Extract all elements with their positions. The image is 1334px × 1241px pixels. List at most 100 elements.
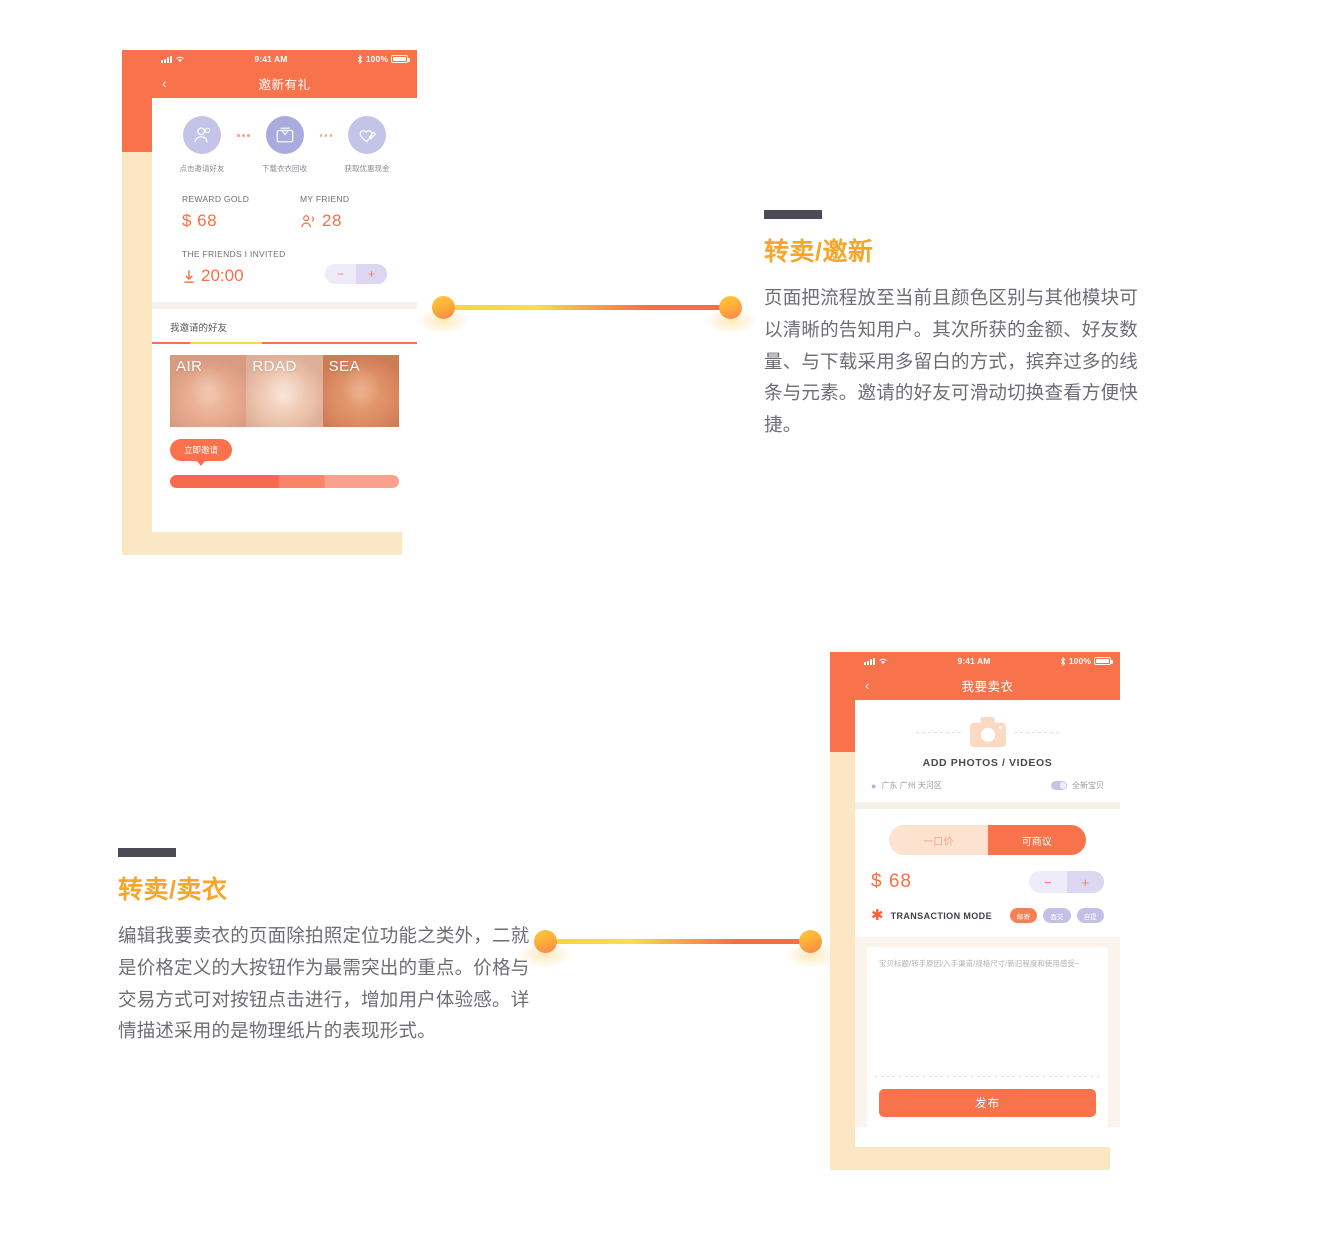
step-separator-dots [232, 134, 255, 137]
description-textarea[interactable]: 宝贝标题/转手原因/入手渠道/规格尺寸/新旧程度和使用感受~ [879, 959, 1096, 970]
connector-line-bottom [518, 922, 838, 968]
publish-button[interactable]: 发布 [879, 1088, 1096, 1117]
description-card: 宝贝标题/转手原因/入手渠道/规格尺寸/新旧程度和使用感受~ 发布 [859, 947, 1116, 1127]
download-icon [184, 269, 194, 283]
chip-mail[interactable]: 邮寄 [1009, 908, 1038, 923]
price-value: $ 68 [871, 871, 912, 892]
dash-line-right [1013, 731, 1060, 733]
step-download-app[interactable]: 下载衣衣回收 [255, 116, 315, 174]
price-type-tabs[interactable]: 一口价 可商议 [889, 825, 1086, 855]
friend-card[interactable]: RDAD [246, 354, 323, 427]
stepper-minus-button[interactable]: − [325, 264, 356, 284]
step-invite-friends[interactable]: 点击邀请好友 [172, 116, 232, 174]
stepper-minus-button[interactable]: − [1029, 871, 1067, 893]
battery-icon [391, 55, 410, 63]
location-text: 广东 广州 天河区 [881, 781, 942, 790]
invite-steps: 点击邀请好友 下载衣衣回收 获取优惠现金 [152, 112, 417, 174]
add-photos-label: ADD PHOTOS / VIDEOS [922, 757, 1053, 769]
phone2-navbar: ‹ 我要卖衣 [855, 670, 1120, 700]
cellular-bars-icon [161, 55, 172, 63]
users-icon [183, 116, 221, 154]
quantity-stepper[interactable]: − + [325, 264, 387, 284]
perforation-line [859, 1071, 1116, 1080]
chip-face-to-face[interactable]: 面交 [1043, 908, 1071, 923]
status-bar-time: 9:41 AM [957, 656, 991, 666]
stat-value: $ 68 [182, 211, 218, 230]
toggle-switch-icon[interactable] [1051, 781, 1067, 790]
friends-icon [301, 214, 314, 227]
star-icon: ✱ [871, 907, 884, 924]
status-bar-left [864, 657, 888, 665]
back-chevron-icon[interactable]: ‹ [865, 678, 870, 692]
phone1-mockup-invite-page: 9:41 AM 100% ‹ 邀新有礼 点击邀请好友 下载衣衣回收 获取优惠现金… [152, 50, 417, 532]
clothes-box-icon [265, 116, 304, 154]
friend-count: 28 [322, 211, 342, 230]
transaction-mode-chips[interactable]: 邮寄 面交 自提 [1009, 908, 1104, 923]
phone2-title: 我要卖衣 [961, 679, 1014, 694]
camera-icon [969, 716, 1006, 748]
progress-bar [170, 474, 399, 488]
stepper-plus-button[interactable]: + [1066, 871, 1104, 893]
connector-dot-left [534, 930, 557, 953]
invited-time: 20:00 [201, 266, 244, 285]
friend-name: SEA [328, 357, 361, 375]
wifi-icon [176, 56, 184, 63]
invited-value-wrap: 20:00 [182, 266, 286, 286]
location-pin-icon: ● [871, 780, 877, 791]
stat-label: MY FRIEND [300, 194, 350, 204]
friend-card[interactable]: AIR [170, 354, 247, 427]
step-label: 获取优惠现金 [344, 164, 390, 173]
friends-section-title: 我邀请的好友 [170, 323, 228, 334]
friend-name: AIR [176, 357, 203, 375]
friends-carousel[interactable]: AIR RDAD SEA [170, 354, 399, 427]
price-section: 一口价 可商议 $ 68 − + ✱ TRANSACTION MODE 邮寄 面… [855, 809, 1120, 937]
kicker-bar [118, 848, 176, 857]
step-separator-dots [315, 134, 338, 137]
stat-reward-gold: REWARD GOLD $ 68 [182, 194, 300, 231]
battery-percent: 100% [365, 54, 388, 64]
condition-field[interactable]: 全新宝贝 [1051, 780, 1104, 791]
tab-negotiable[interactable]: 可商议 [987, 825, 1086, 855]
section-divider [855, 802, 1120, 809]
invite-now-button[interactable]: 立即邀请 [170, 438, 233, 466]
status-bar-time: 9:41 AM [254, 54, 288, 64]
friend-name: RDAD [252, 357, 297, 375]
connector-line-top [416, 288, 758, 334]
tab-underline [152, 342, 417, 344]
stats-section: REWARD GOLD $ 68 MY FRIEND 28 [152, 174, 417, 231]
phone1-content: 点击邀请好友 下载衣衣回收 获取优惠现金 REWARD GOLD $ 68 MY… [152, 98, 417, 488]
step-label: 点击邀请好友 [179, 164, 225, 173]
battery-icon [1094, 657, 1113, 665]
invite-action-row: 立即邀请 [170, 438, 399, 466]
step-label: 下载衣衣回收 [262, 164, 307, 173]
stepper-plus-button[interactable]: + [356, 264, 387, 284]
phone2-mockup-sell-page: 9:41 AM 100% ‹ 我要卖衣 ADD PHOTOS / VIDEOS … [855, 652, 1120, 1147]
phone1-navbar: ‹ 邀新有礼 [152, 68, 417, 98]
section-divider [152, 302, 417, 309]
friend-card[interactable]: SEA [322, 354, 399, 427]
step-get-cash[interactable]: 获取优惠现金 [337, 116, 397, 174]
photo-upload-section[interactable]: ADD PHOTOS / VIDEOS ● 广东 广州 天河区 全新宝贝 [855, 700, 1120, 802]
stats-row: REWARD GOLD $ 68 MY FRIEND 28 [182, 194, 387, 231]
wifi-icon [879, 658, 887, 665]
heart-pen-icon [348, 116, 386, 154]
status-bar-right: 100% [357, 54, 410, 64]
battery-percent: 100% [1068, 656, 1091, 666]
description-block-invite: 转卖/邀新 页面把流程放至当前且颜色区别与其他模块可以清晰的告知用户。其次所获的… [764, 210, 1154, 441]
tab-fixed-price[interactable]: 一口价 [889, 825, 988, 855]
location-field[interactable]: ● 广东 广州 天河区 [871, 780, 942, 791]
back-chevron-icon[interactable]: ‹ [162, 76, 167, 90]
phone2-status-bar: 9:41 AM 100% [855, 652, 1120, 670]
cellular-bars-icon [864, 657, 875, 665]
price-stepper[interactable]: − + [1029, 871, 1104, 893]
transaction-mode-label: TRANSACTION MODE [890, 910, 992, 921]
invited-block: THE FRIENDS I INVITED 20:00 [182, 249, 286, 286]
connector-gradient-line [446, 305, 728, 310]
dash-line-left [915, 731, 962, 733]
camera-row [855, 716, 1120, 748]
connector-gradient-line [548, 939, 808, 944]
description-section: 宝贝标题/转手原因/入手渠道/规格尺寸/新旧程度和使用感受~ 发布 [855, 937, 1120, 1127]
chip-self-pickup[interactable]: 自提 [1076, 908, 1104, 923]
poster-canvas: 9:41 AM 100% ‹ 邀新有礼 点击邀请好友 下载衣衣回收 获取优惠现金… [0, 0, 1334, 1241]
